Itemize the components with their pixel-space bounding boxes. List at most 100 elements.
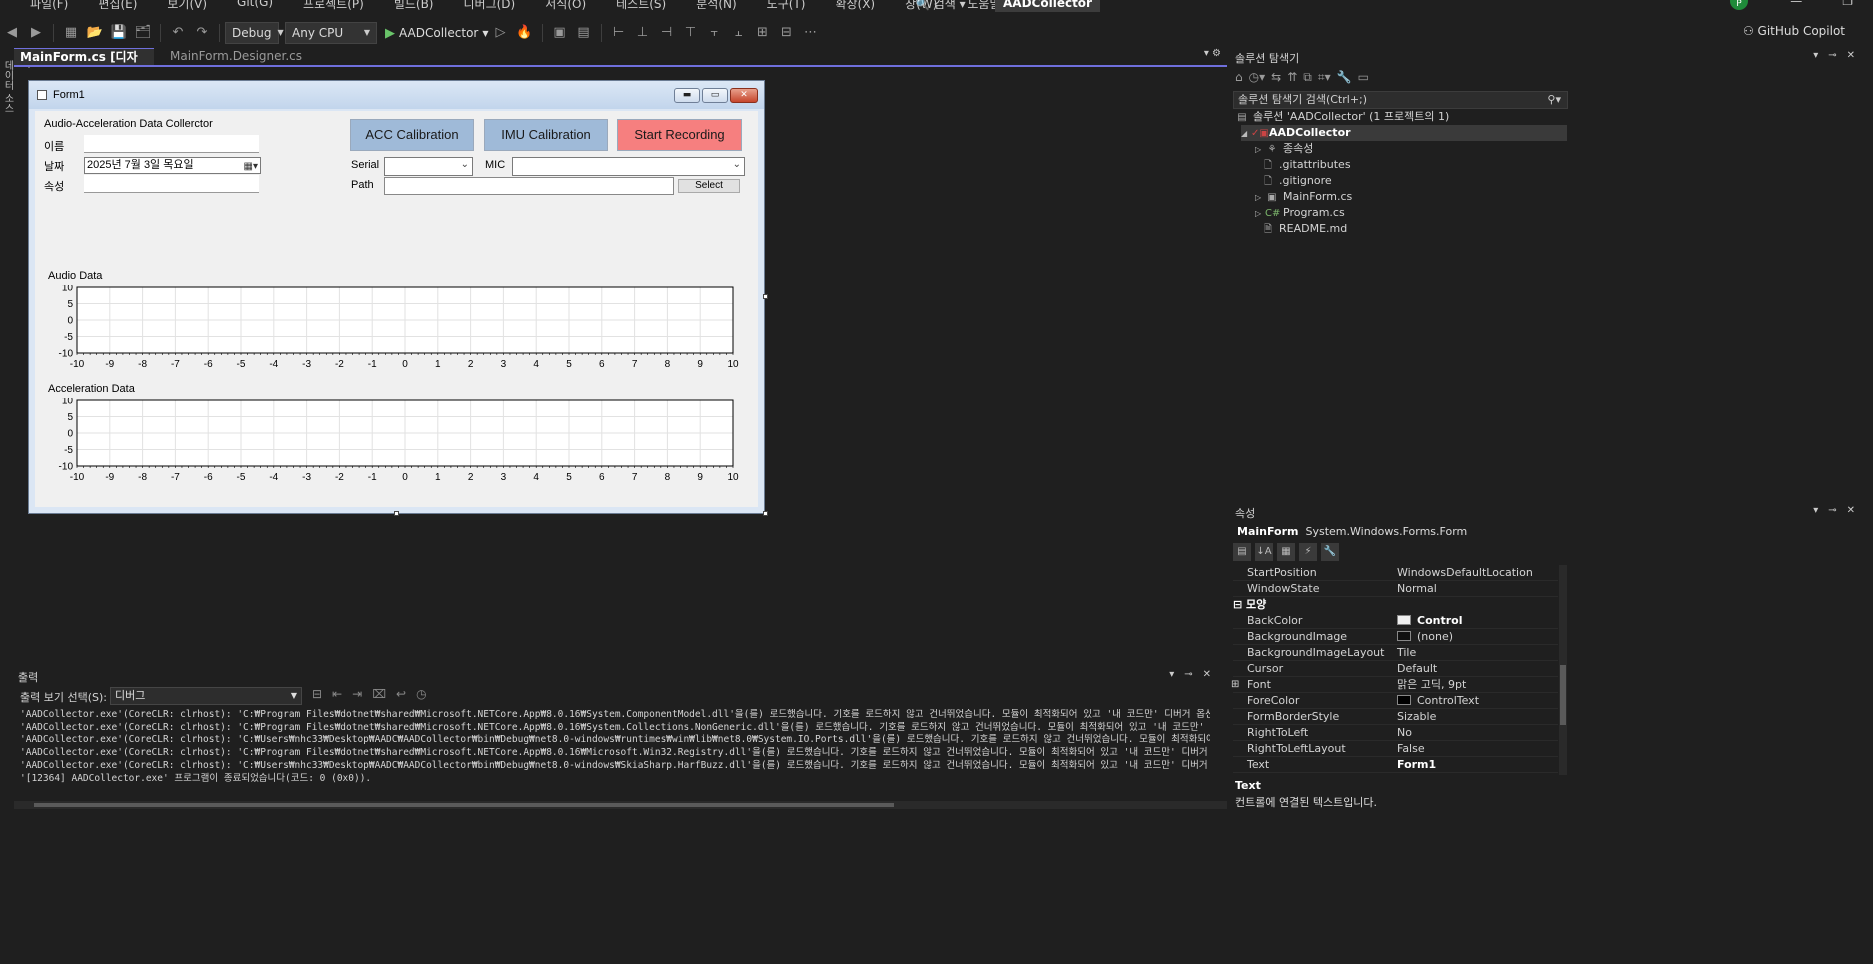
property-grid-scrollbar[interactable] [1559, 565, 1567, 775]
acc-calibration-button[interactable]: ACC Calibration [350, 119, 474, 151]
property-row[interactable]: RightToLeftLayout False [1233, 741, 1558, 757]
categorized-icon[interactable]: ▤ [1233, 543, 1251, 561]
tab-mainform-designer-cs[interactable]: MainForm.Designer.cs [164, 48, 308, 65]
browser-link-icon[interactable]: ▣ [551, 25, 569, 41]
hot-reload-icon[interactable]: 🔥 [516, 25, 534, 41]
find-message-icon[interactable]: ⊟ [312, 687, 322, 701]
sync-icon[interactable]: ⇆ [1271, 70, 1281, 90]
collapse-icon[interactable]: ⊟ [1233, 598, 1246, 611]
path-input[interactable] [384, 177, 674, 195]
panel-controls-icon[interactable]: ▾⊸✕ [1813, 50, 1865, 61]
resize-handle-corner[interactable] [763, 511, 768, 516]
designed-form[interactable]: Form1 ▬ ▭ ✕ Audio-Acceleration Data Coll… [28, 80, 765, 514]
redo-icon[interactable]: ↷ [193, 25, 211, 41]
property-row[interactable]: FormBorderStyle Sizable [1233, 709, 1558, 725]
preview-icon[interactable]: ▭ [1358, 70, 1369, 90]
property-row[interactable]: BackColor Control [1233, 613, 1558, 629]
menu-item[interactable]: 프로젝트(P) [303, 0, 364, 12]
tab-mainform-design[interactable]: MainForm.cs [디자인] ⊸ ✕ [14, 48, 164, 81]
global-search[interactable]: 🔍 검색 ▾ [915, 0, 966, 12]
menu-item[interactable]: 확장(X) [835, 0, 875, 12]
back-icon[interactable]: ◀ [3, 25, 21, 41]
resize-handle-bottom[interactable] [394, 511, 399, 516]
expand-icon[interactable]: ⊞ [1231, 677, 1239, 693]
word-wrap-icon[interactable]: ↩ [396, 687, 406, 701]
property-row[interactable]: Text Form1 [1233, 757, 1558, 773]
property-row[interactable]: BackgroundImage (none) [1233, 629, 1558, 645]
save-all-icon[interactable]: 🗂 [134, 25, 152, 41]
property-value-cell[interactable]: No [1397, 725, 1412, 741]
property-value-cell[interactable]: ControlText [1397, 693, 1479, 709]
select-path-button[interactable]: Select [678, 179, 740, 193]
menu-item[interactable]: 편집(E) [98, 0, 137, 12]
menu-item[interactable]: 보기(V) [167, 0, 207, 12]
tree-project[interactable]: ◢ ✓▣AADCollector [1241, 125, 1567, 141]
mic-combo[interactable]: ⌄ [512, 157, 745, 176]
form-close-icon[interactable]: ✕ [730, 88, 758, 103]
property-pages-icon[interactable]: 🔧 [1321, 543, 1339, 561]
config-combo[interactable]: Debug ▼ [225, 22, 284, 44]
events-icon[interactable]: ⚡ [1299, 543, 1317, 561]
solution-search-input[interactable]: 솔루션 탐색기 검색(Ctrl+;) ⚲▾ [1233, 91, 1568, 109]
open-folder-icon[interactable]: 📂 [86, 25, 104, 41]
panel-controls-icon[interactable]: ▾⊸✕ [1169, 669, 1221, 680]
serial-combo[interactable]: ⌄ [384, 157, 473, 176]
tree-item-readme[interactable]: 🗎 README.md [1261, 221, 1347, 237]
menu-item[interactable]: Git(G) [237, 0, 273, 12]
align-bottom-icon[interactable]: ⫠ [730, 25, 748, 41]
form-maximize-icon[interactable]: ▭ [702, 88, 728, 103]
menu-item[interactable]: 디버그(D) [464, 0, 516, 12]
platform-combo[interactable]: Any CPU ▼ [285, 22, 377, 44]
start-debug-button[interactable]: ▶ AADCollector ▼ [385, 26, 489, 41]
name-input[interactable] [84, 135, 259, 153]
search-icon[interactable]: ⚲▾ [1547, 92, 1561, 108]
timestamp-icon[interactable]: ◷ [416, 687, 426, 701]
menu-item[interactable]: 테스트(S) [616, 0, 666, 12]
object-selector[interactable]: MainForm System.Windows.Forms.Form [1233, 523, 1869, 541]
output-hscrollbar[interactable] [14, 801, 1227, 809]
property-value-cell[interactable]: (none) [1397, 629, 1453, 645]
layout-icon[interactable]: ▤ [575, 25, 593, 41]
collapse-all-icon[interactable]: ⇈ [1287, 70, 1297, 90]
property-row[interactable]: ⊞ Font 맑은 고딕, 9pt [1231, 677, 1558, 693]
tree-item-gitattributes[interactable]: 🗋 .gitattributes [1261, 157, 1351, 173]
scroll-thumb[interactable] [34, 803, 894, 807]
spacing-icon[interactable]: ⋯ [802, 25, 820, 41]
minimize-icon[interactable]: — [1790, 0, 1802, 8]
menu-item[interactable]: 도구(T) [767, 0, 806, 12]
tree-solution[interactable]: ▤ 솔루션 'AADCollector' (1 프로젝트의 1) [1235, 109, 1449, 125]
property-value-cell[interactable]: Control [1397, 613, 1462, 629]
prev-message-icon[interactable]: ⇤ [332, 687, 342, 701]
align-middle-icon[interactable]: ⫟ [706, 25, 724, 41]
menu-item[interactable]: 파일(F) [30, 0, 68, 12]
align-center-icon[interactable]: ⊥ [634, 25, 652, 41]
property-value-cell[interactable]: False [1397, 741, 1425, 757]
property-category-appearance[interactable]: ⊟ 모양 [1233, 597, 1266, 613]
property-value-cell[interactable]: WindowsDefaultLocation [1397, 565, 1533, 581]
tree-item-gitignore[interactable]: 🗋 .gitignore [1261, 173, 1332, 189]
avatar[interactable]: P [1730, 0, 1748, 10]
property-value-cell[interactable]: Sizable [1397, 709, 1436, 725]
tree-item-mainform[interactable]: ▷ ▣ MainForm.cs [1255, 189, 1352, 205]
restore-icon[interactable]: ❐ [1842, 0, 1853, 8]
copilot-button[interactable]: ⚇ GitHub Copilot [1743, 24, 1845, 38]
resize-handle-right[interactable] [763, 294, 768, 299]
save-icon[interactable]: 💾 [110, 25, 128, 41]
new-project-icon[interactable]: ▦ [62, 25, 80, 41]
tree-item-program[interactable]: ▷ C# Program.cs [1255, 205, 1345, 221]
property-row[interactable]: WindowState Normal [1233, 581, 1558, 597]
history-icon[interactable]: ◷▾ [1249, 70, 1266, 90]
menu-item[interactable]: 서식(O) [545, 0, 586, 12]
home-icon[interactable]: ⌂ [1235, 70, 1243, 90]
align-right-icon[interactable]: ⊣ [658, 25, 676, 41]
form-minimize-icon[interactable]: ▬ [674, 88, 700, 103]
scroll-thumb[interactable] [1560, 665, 1566, 725]
attribute-input[interactable] [84, 175, 259, 193]
calendar-icon[interactable]: ▦▾ [244, 159, 258, 174]
property-value-cell[interactable]: Normal [1397, 581, 1437, 597]
property-row[interactable]: StartPosition WindowsDefaultLocation [1233, 565, 1558, 581]
data-sources-tab[interactable]: 데이터 소스 [0, 60, 15, 113]
property-row[interactable]: ForeColor ControlText [1233, 693, 1558, 709]
undo-icon[interactable]: ↶ [169, 25, 187, 41]
menu-item[interactable]: 분석(N) [696, 0, 736, 12]
